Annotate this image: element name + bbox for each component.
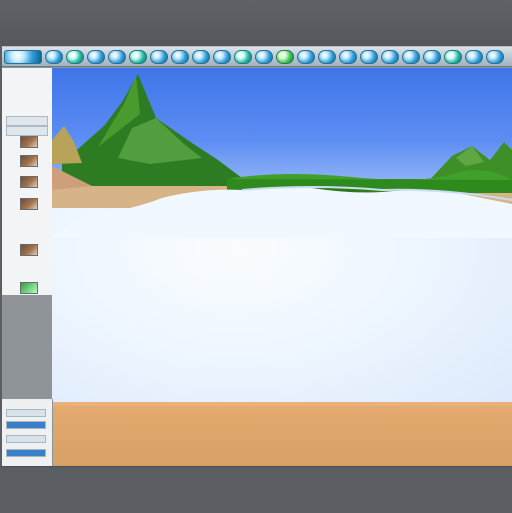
layer-thumbnail[interactable] [20, 136, 38, 148]
globe-icon[interactable] [213, 49, 231, 64]
globe-icon[interactable] [276, 49, 294, 64]
globe-icon[interactable] [297, 49, 315, 64]
globe-icon[interactable] [486, 49, 504, 64]
app-window [2, 46, 512, 499]
globe-icon[interactable] [444, 49, 462, 64]
globe-icon[interactable] [381, 49, 399, 64]
layer-thumbnail[interactable] [20, 176, 38, 188]
floor-plane [52, 402, 512, 476]
globe-icon[interactable] [45, 49, 63, 64]
snow-field [52, 208, 512, 414]
panel-row[interactable] [6, 409, 46, 417]
desktop-titlebar [0, 0, 512, 46]
globe-icon[interactable] [318, 49, 336, 64]
sidebar-row[interactable] [6, 116, 48, 126]
globe-icon[interactable] [108, 49, 126, 64]
panel-row[interactable] [6, 449, 46, 457]
globe-icon[interactable] [339, 49, 357, 64]
globe-icon[interactable] [465, 49, 483, 64]
panel-row[interactable] [6, 435, 46, 443]
globe-icon[interactable] [423, 49, 441, 64]
layer-thumbnail[interactable] [20, 282, 38, 294]
snow-edge [52, 186, 512, 238]
mountain [62, 74, 262, 186]
sidebar-row[interactable] [6, 126, 48, 136]
globe-icon[interactable] [87, 49, 105, 64]
globe-icon[interactable] [171, 49, 189, 64]
globe-icon[interactable] [255, 49, 273, 64]
globe-icon[interactable] [234, 49, 252, 64]
dots-menu-icon[interactable] [4, 49, 42, 64]
sidebar-panel [2, 68, 53, 295]
layer-thumbnail[interactable] [20, 244, 38, 256]
statusbar [0, 466, 512, 513]
globe-icon[interactable] [360, 49, 378, 64]
toolbar [2, 47, 512, 67]
layer-thumbnail[interactable] [20, 198, 38, 210]
globe-icon[interactable] [402, 49, 420, 64]
viewport[interactable] [52, 68, 512, 487]
panel-row[interactable] [6, 421, 46, 429]
globe-icon[interactable] [66, 49, 84, 64]
globe-icon[interactable] [129, 49, 147, 64]
globe-icon[interactable] [192, 49, 210, 64]
layer-thumbnail[interactable] [20, 155, 38, 167]
globe-icon[interactable] [150, 49, 168, 64]
